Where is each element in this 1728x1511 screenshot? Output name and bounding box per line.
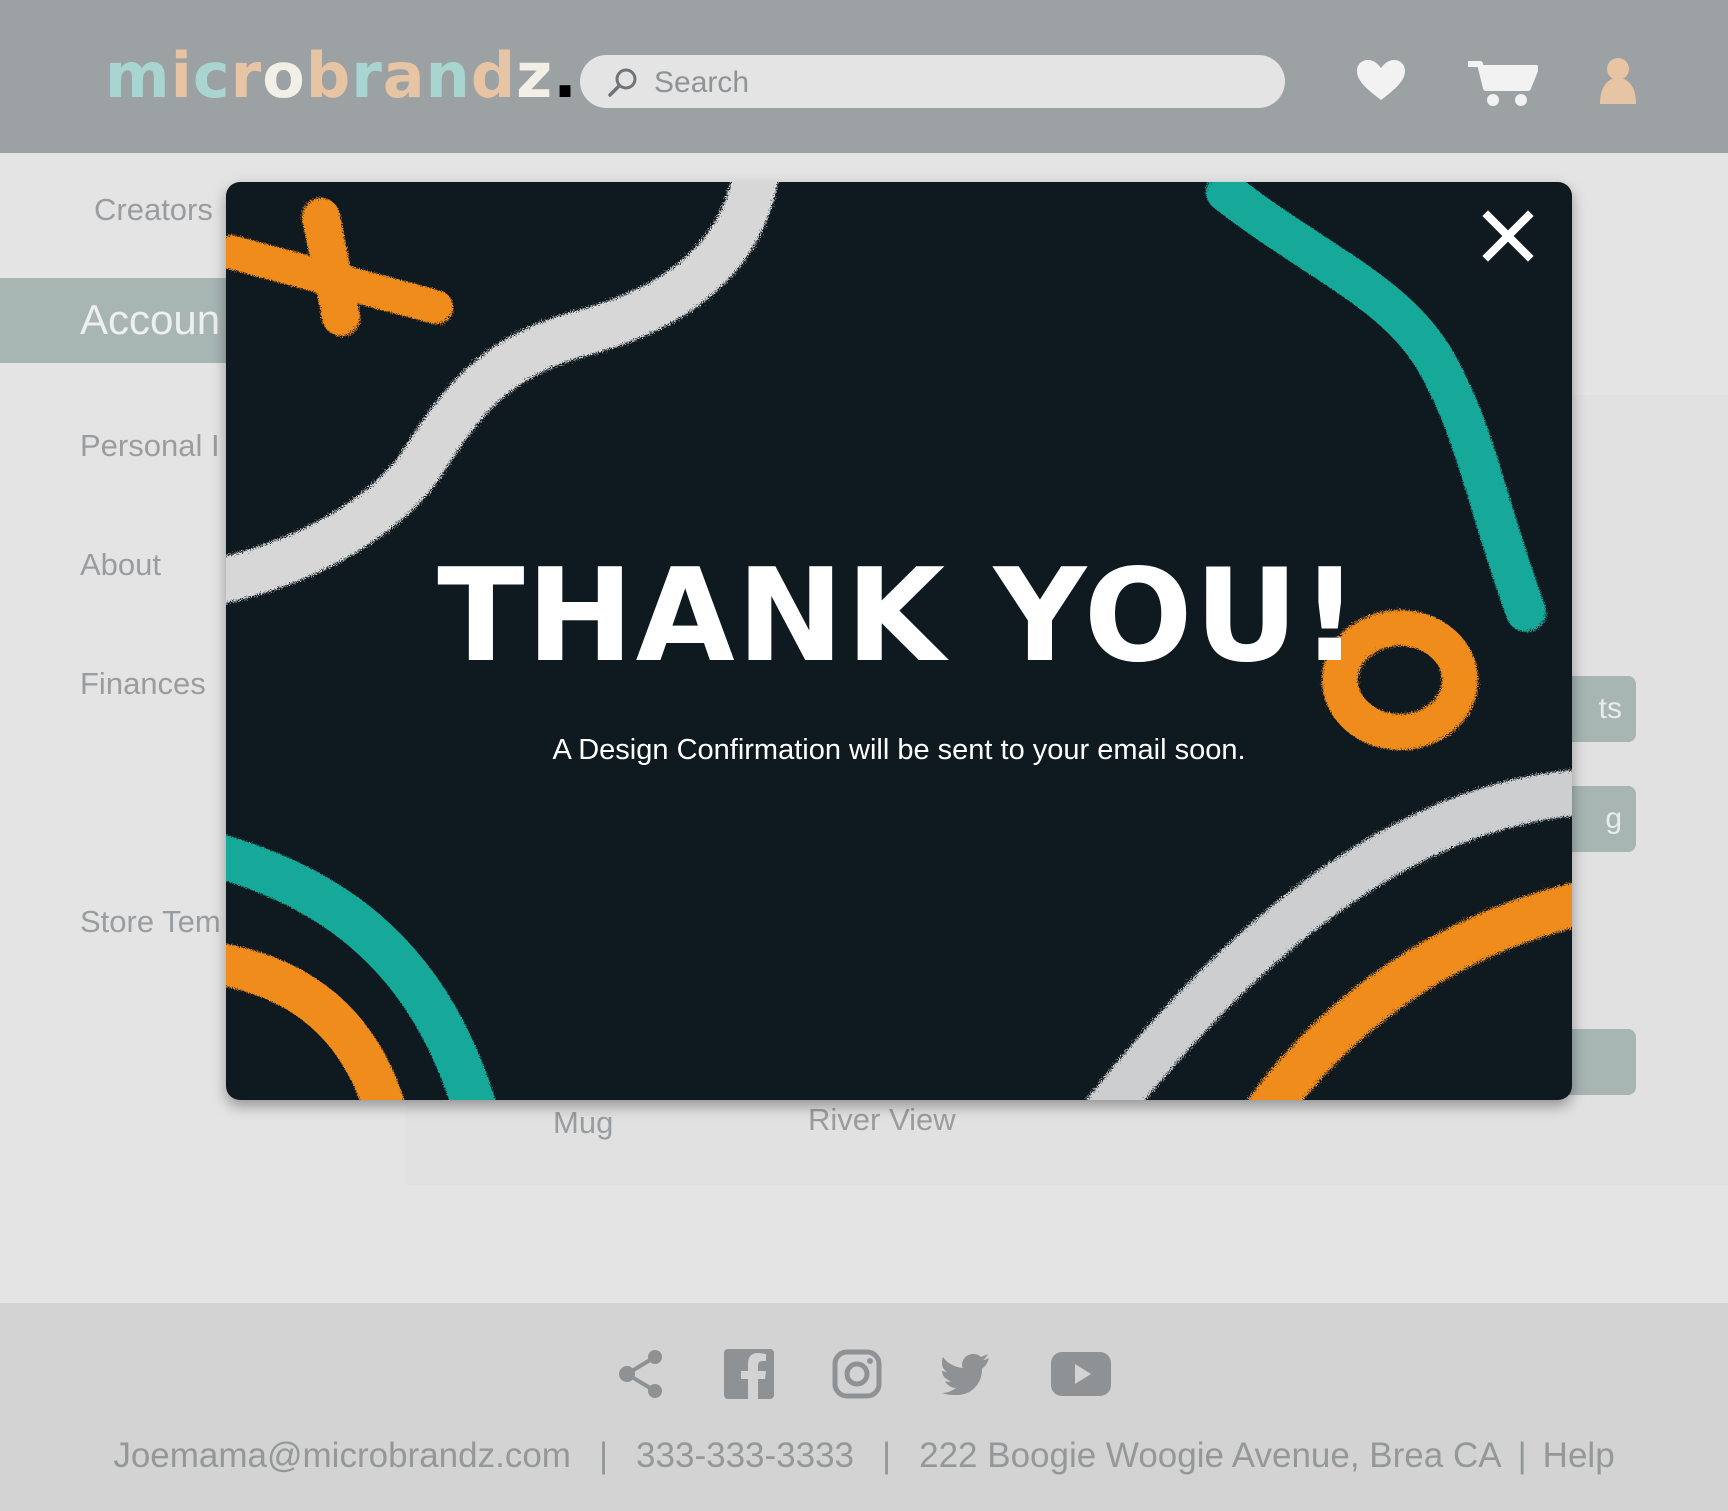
cart-icon[interactable] [1466,58,1538,108]
logo-letter: b [305,39,352,112]
facebook-icon[interactable] [724,1349,774,1399]
logo-letter: r [351,39,383,112]
close-icon[interactable] [1480,208,1536,264]
youtube-icon[interactable] [1051,1352,1111,1396]
logo-letter: a [382,39,426,112]
footer-separator: | [598,1436,609,1475]
site-footer: Joemama@microbrandz.com | 333-333-3333 | 222… [0,1303,1728,1511]
sidebar-account-tab[interactable]: Accoun [0,278,250,363]
sidebar-item-store-templates[interactable]: Store Tem [80,904,221,940]
logo-letter: m [105,39,171,112]
search-input[interactable] [652,63,1256,102]
footer-address: 222 Boogie Woogie Avenue, Brea CA [919,1436,1502,1475]
logo-letter: . [553,39,578,112]
twitter-icon[interactable] [942,1353,990,1395]
logo-letter: d [470,39,517,112]
product-label-mug: Mug [553,1105,614,1140]
search-bar[interactable] [580,55,1285,108]
sidebar-item-finances[interactable]: Finances [80,666,206,702]
footer-help-link[interactable]: Help [1543,1436,1615,1475]
sidebar-item-personal-info[interactable]: Personal I [80,428,220,464]
microbrandz-logo[interactable]: microbrandz. [105,36,578,116]
logo-letter: o [262,39,306,112]
logo-letter: c [192,39,231,112]
logo-letter: z [516,39,554,112]
instagram-icon[interactable] [832,1349,882,1399]
footer-contact-line: Joemama@microbrandz.com | 333-333-3333 | 222… [0,1436,1728,1476]
thank-you-modal: THANK YOU! A Design Confirmation will be… [226,182,1572,1100]
sidebar-item-about[interactable]: About [80,547,161,583]
user-icon[interactable] [1598,56,1638,106]
logo-letter: n [425,39,471,112]
logo-letter: r [230,39,263,112]
logo-letter: i [170,39,193,112]
site-header: microbrandz. [0,0,1728,153]
modal-title: THANK YOU! [437,542,1361,691]
modal-message: A Design Confirmation will be sent to yo… [552,734,1246,766]
footer-phone[interactable]: 333-333-3333 [636,1436,854,1475]
product-label-river-view: River View [808,1102,956,1137]
nav-creators[interactable]: Creators [94,192,213,228]
footer-email-link[interactable]: Joemama@microbrandz.com [113,1436,571,1475]
footer-separator: | [1517,1436,1527,1475]
heart-icon[interactable] [1355,58,1407,102]
search-icon [608,68,637,97]
share-icon[interactable] [617,1349,665,1399]
footer-separator: | [882,1436,892,1475]
account-tab-label: Accoun [80,296,221,343]
